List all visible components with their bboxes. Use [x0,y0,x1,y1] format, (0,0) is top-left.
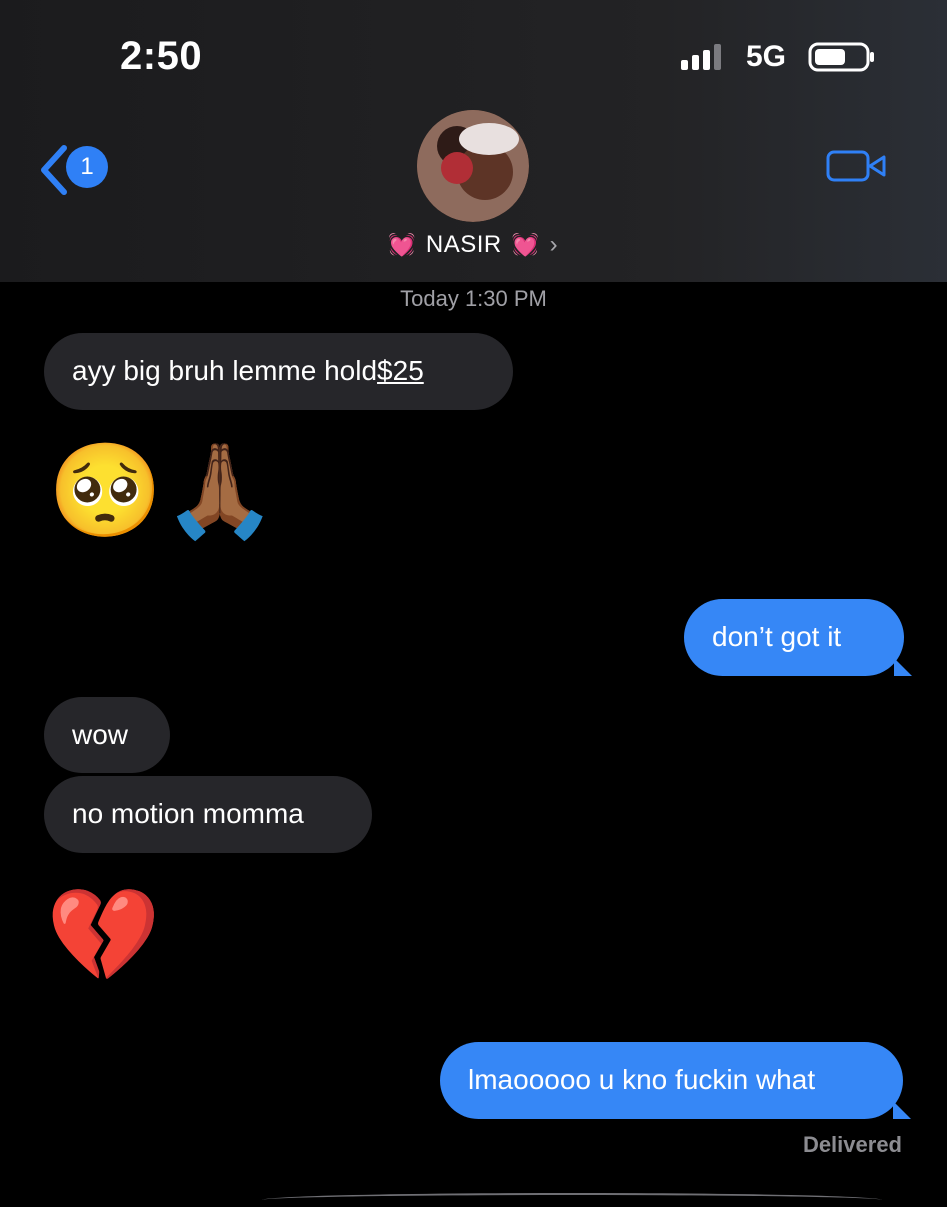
message-text-1: ayy big bruh lemme hold [72,355,378,387]
money-link[interactable]: $25 [377,355,424,387]
message-bubble-2[interactable]: don’t got it [684,599,904,676]
contact-name[interactable]: NASIR [426,231,502,259]
contact-avatar[interactable] [417,110,529,222]
message-text-3: wow [72,718,129,750]
emoji-message-2: 💔 [46,885,161,987]
message-bubble-3[interactable]: wow [44,697,170,773]
conversation-timestamp: Today 1:30 PM [400,286,547,311]
network-type: 5G [746,40,787,73]
heart-emoji-left: 💓 [388,232,416,257]
message-bubble-5[interactable]: lmaooooo u kno fuckin what [440,1042,903,1119]
message-bubble-1[interactable]: ayy big bruh lemme hold $25 [44,333,513,410]
contact-chevron-icon[interactable]: › [550,231,559,259]
delivery-status: Delivered [802,1132,902,1157]
contact-name-row[interactable]: 💓 NASIR 💓 › [388,231,558,259]
status-time: 2:50 [120,34,203,78]
emoji-message-1: 🥺🙏🏾 [48,440,278,542]
unread-badge[interactable]: 1 [66,146,108,188]
input-bar-top-edge [262,1193,882,1207]
message-bubble-4[interactable]: no motion momma [44,776,372,853]
battery-icon [808,42,874,72]
heart-emoji-right: 💓 [511,232,540,257]
message-text-5: lmaooooo u kno fuckin what [468,1064,816,1096]
message-text-4: no motion momma [72,798,304,830]
message-text-2: don’t got it [712,621,842,653]
cellular-signal-icon [681,44,721,70]
video-call-icon[interactable] [826,148,888,184]
